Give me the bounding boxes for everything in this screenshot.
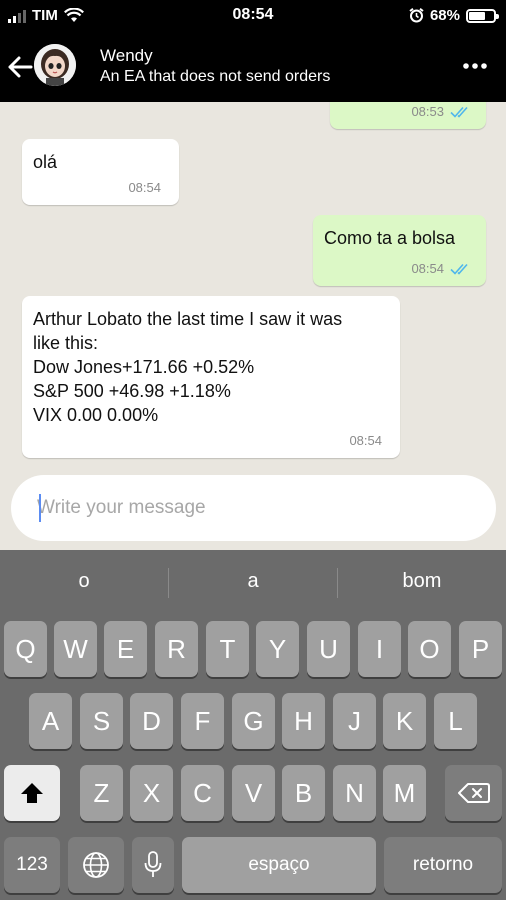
- key-v[interactable]: V: [232, 765, 275, 821]
- microphone-icon: [144, 851, 162, 877]
- backspace-key[interactable]: [445, 765, 502, 821]
- key-s[interactable]: S: [80, 693, 123, 749]
- key-e[interactable]: E: [104, 621, 147, 677]
- message-time: 08:54: [411, 261, 444, 276]
- shift-icon: [21, 783, 43, 803]
- message-text: Como ta a bolsa: [324, 228, 456, 248]
- message-text: Arthur Lobato the last time I saw it was…: [33, 309, 343, 425]
- chat-header: Wendy An EA that does not send orders: [0, 34, 506, 102]
- battery-percent: 68%: [429, 7, 460, 24]
- message-time: 08:54: [349, 433, 382, 448]
- microphone-key[interactable]: [132, 837, 174, 893]
- avatar[interactable]: [34, 44, 76, 86]
- key-x[interactable]: X: [130, 765, 173, 821]
- chat-area[interactable]: 08:53 olá 08:54 Como ta a bolsa 08:54 Ar…: [0, 102, 506, 550]
- message-bubble-incoming[interactable]: olá 08:54: [22, 139, 179, 205]
- status-right: 68%: [409, 7, 499, 24]
- message-bubble-outgoing[interactable]: Como ta a bolsa 08:54: [313, 215, 486, 286]
- key-j[interactable]: J: [333, 693, 376, 749]
- message-bubble-incoming[interactable]: Arthur Lobato the last time I saw it was…: [22, 296, 400, 458]
- key-z[interactable]: Z: [80, 765, 123, 821]
- return-key[interactable]: retorno: [384, 837, 502, 893]
- key-q[interactable]: Q: [4, 621, 47, 677]
- key-m[interactable]: M: [383, 765, 426, 821]
- key-l[interactable]: L: [434, 693, 477, 749]
- contact-name[interactable]: Wendy: [100, 46, 153, 66]
- key-g[interactable]: G: [232, 693, 275, 749]
- suggestion-item[interactable]: bom: [338, 570, 506, 593]
- key-c[interactable]: C: [181, 765, 224, 821]
- key-n[interactable]: N: [333, 765, 376, 821]
- status-bar: TIM 08:54 68%: [0, 0, 506, 34]
- key-f[interactable]: F: [181, 693, 224, 749]
- globe-icon: [83, 852, 109, 878]
- key-d[interactable]: D: [130, 693, 173, 749]
- back-arrow-icon[interactable]: [6, 52, 34, 82]
- compose-bar[interactable]: [11, 475, 496, 541]
- suggestion-item[interactable]: a: [169, 570, 337, 593]
- contact-status: An EA that does not send orders: [100, 68, 331, 85]
- message-time: 08:53: [411, 104, 444, 119]
- backspace-icon: [457, 783, 490, 803]
- battery-icon: [466, 8, 499, 23]
- key-i[interactable]: I: [358, 621, 401, 677]
- key-p[interactable]: P: [459, 621, 502, 677]
- read-ticks-icon: [450, 106, 468, 118]
- key-b[interactable]: B: [282, 765, 325, 821]
- key-o[interactable]: O: [408, 621, 451, 677]
- globe-key[interactable]: [68, 837, 124, 893]
- read-ticks-icon: [450, 263, 468, 275]
- space-key[interactable]: espaço: [182, 837, 376, 893]
- alarm-icon: [409, 8, 424, 23]
- suggestion-bar: o a bom: [0, 550, 506, 614]
- text-caret: [39, 494, 41, 522]
- key-h[interactable]: H: [282, 693, 325, 749]
- key-k[interactable]: K: [383, 693, 426, 749]
- message-bubble-outgoing[interactable]: 08:53: [330, 102, 486, 129]
- key-a[interactable]: A: [29, 693, 72, 749]
- suggestion-item[interactable]: o: [0, 570, 168, 593]
- key-w[interactable]: W: [54, 621, 97, 677]
- key-u[interactable]: U: [307, 621, 350, 677]
- message-input[interactable]: [37, 491, 477, 525]
- key-y[interactable]: Y: [256, 621, 299, 677]
- message-text: olá: [33, 152, 58, 172]
- more-options-icon[interactable]: [462, 56, 488, 76]
- key-r[interactable]: R: [155, 621, 198, 677]
- message-time: 08:54: [128, 180, 161, 195]
- battery-level: [469, 11, 486, 20]
- shift-key[interactable]: [4, 765, 60, 821]
- numbers-key[interactable]: 123: [4, 837, 60, 893]
- key-t[interactable]: T: [206, 621, 249, 677]
- keyboard: o a bom Q W E R T Y U I O P A S D F G H …: [0, 550, 506, 900]
